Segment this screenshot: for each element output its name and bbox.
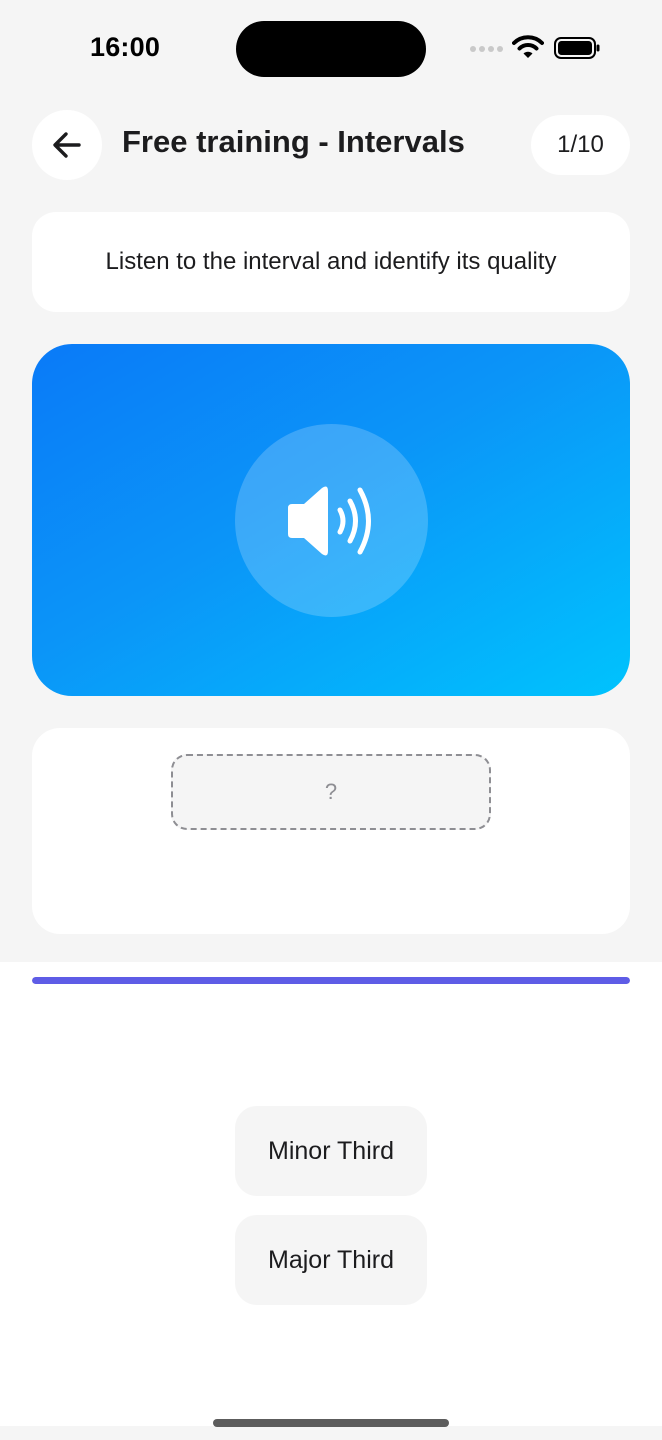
battery-icon	[554, 37, 600, 59]
status-bar: 16:00	[0, 0, 662, 100]
progress-bar	[32, 977, 630, 984]
speaker-wave-icon	[287, 486, 371, 555]
back-button[interactable]	[32, 110, 102, 180]
play-card	[32, 344, 630, 696]
answer-drop-slot[interactable]: ?	[171, 754, 491, 830]
cellular-signal-icon	[470, 46, 504, 58]
progress-fill	[32, 977, 630, 984]
arrow-left-icon	[53, 132, 81, 158]
option-minor-third-button[interactable]: Minor Third	[235, 1106, 427, 1196]
answer-card: ?	[32, 728, 630, 934]
play-sound-button[interactable]	[235, 424, 428, 617]
home-indicator	[213, 1419, 449, 1427]
wifi-icon	[512, 35, 544, 58]
option-major-third-button[interactable]: Major Third	[235, 1215, 427, 1305]
instruction-text: Listen to the interval and identify its …	[32, 212, 630, 312]
question-counter: 1/10	[531, 115, 630, 175]
status-time: 16:00	[90, 32, 161, 62]
options-panel: Minor Third Major Third	[0, 962, 662, 1426]
dynamic-island	[236, 21, 426, 77]
page-title: Free training - Intervals	[122, 124, 465, 159]
screen: 16:00 Free training - Intervals 1/10 Lis…	[0, 0, 662, 1440]
